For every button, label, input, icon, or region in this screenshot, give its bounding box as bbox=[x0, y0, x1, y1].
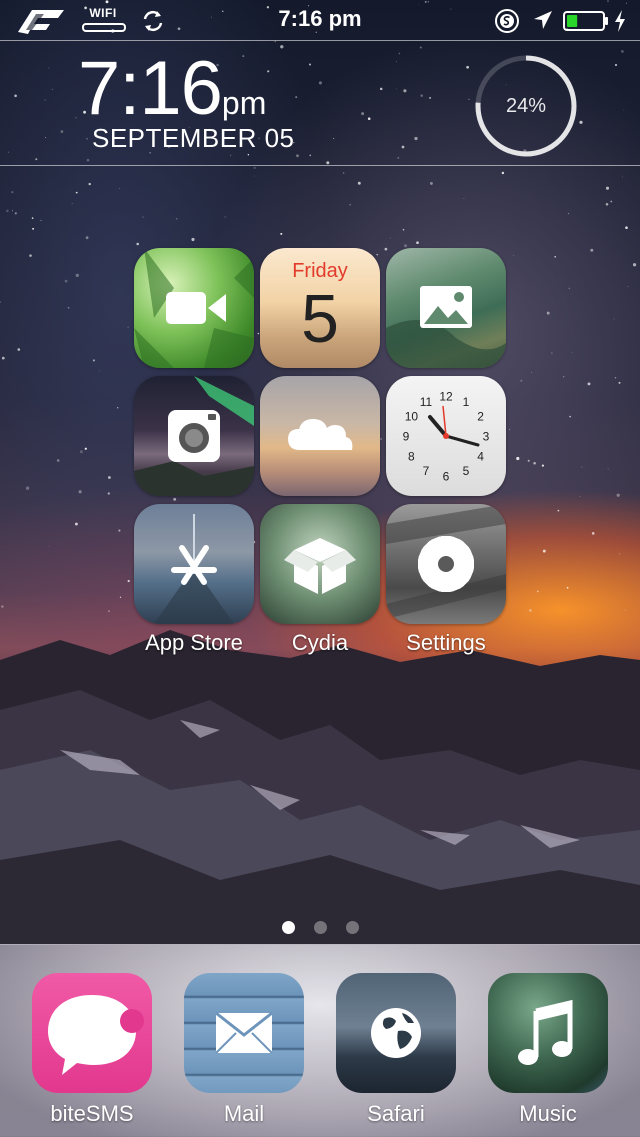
page-dot-2[interactable] bbox=[314, 921, 327, 934]
camera-app-icon[interactable] bbox=[134, 376, 254, 496]
clock-number: 9 bbox=[403, 430, 410, 444]
clock-number: 8 bbox=[408, 450, 415, 464]
video-camera-icon bbox=[134, 248, 254, 368]
calendar-app-icon[interactable]: Friday 5 bbox=[260, 248, 380, 368]
clock-number: 3 bbox=[483, 430, 490, 444]
clock-number: 12 bbox=[439, 390, 453, 404]
music-label: Music bbox=[519, 1101, 577, 1126]
clock-number: 1 bbox=[463, 395, 470, 409]
page-dot-1[interactable] bbox=[282, 921, 295, 934]
cloud-icon bbox=[288, 419, 353, 450]
envelope-icon bbox=[215, 1011, 273, 1054]
cydia-app-icon[interactable] bbox=[260, 504, 380, 624]
clock-number: 11 bbox=[420, 395, 433, 409]
bitesms-label: biteSMS bbox=[50, 1101, 134, 1126]
clock-app-icon[interactable]: 11 10 9 8 7 6 5 4 3 2 1 12 bbox=[386, 376, 506, 496]
clock-widget: 7:16pm SEPTEMBER 05 24% bbox=[0, 40, 640, 166]
clock-number: 5 bbox=[463, 464, 470, 478]
gear-shape bbox=[418, 536, 474, 592]
safari-label: Safari bbox=[367, 1101, 425, 1126]
dock: biteSMS Mail Safari Music bbox=[0, 944, 640, 1137]
settings-label: Settings bbox=[406, 630, 486, 655]
camera-icon bbox=[134, 376, 254, 496]
safari-app-icon[interactable] bbox=[336, 973, 456, 1093]
clock-number: 4 bbox=[477, 450, 484, 464]
status-bar: WIFI 7:16 pm bbox=[0, 0, 640, 42]
cydia-box-icon bbox=[284, 538, 356, 594]
widget-ampm: pm bbox=[221, 85, 267, 121]
clock-number: 6 bbox=[443, 470, 450, 484]
clock-number: 10 bbox=[405, 410, 419, 424]
app-store-icon bbox=[154, 514, 234, 624]
music-app-icon[interactable] bbox=[488, 973, 608, 1093]
bitesms-app-icon[interactable] bbox=[32, 973, 152, 1093]
photo-icon bbox=[386, 286, 506, 368]
clock-face-icon: 1110 9 87 6 54 3 21 12 bbox=[403, 390, 490, 484]
gear-icon bbox=[386, 504, 506, 619]
widget-time-value: 7:16 bbox=[78, 46, 223, 131]
battery-ring-label: 24% bbox=[505, 95, 547, 117]
location-arrow-icon bbox=[534, 11, 552, 29]
music-note-icon bbox=[518, 999, 573, 1065]
app-store-app-icon[interactable] bbox=[134, 504, 254, 624]
globe-icon bbox=[371, 1008, 421, 1058]
mail-app-icon[interactable] bbox=[184, 973, 304, 1093]
clock-number: 2 bbox=[477, 410, 484, 424]
calendar-date: 5 bbox=[301, 281, 339, 357]
settings-app-icon[interactable] bbox=[386, 504, 506, 624]
battery-icon bbox=[563, 11, 608, 31]
mail-label: Mail bbox=[223, 1101, 265, 1126]
clock-number: 7 bbox=[423, 464, 430, 478]
charging-bolt-icon bbox=[615, 10, 625, 32]
photos-app-icon[interactable] bbox=[386, 248, 506, 368]
page-indicator[interactable] bbox=[280, 921, 360, 935]
widget-date: SEPTEMBER 05 bbox=[92, 123, 295, 153]
page-dot-3[interactable] bbox=[346, 921, 359, 934]
facetime-app-icon[interactable] bbox=[134, 248, 254, 368]
speech-bubble-icon bbox=[48, 995, 144, 1075]
weather-app-icon[interactable] bbox=[260, 376, 380, 496]
shazam-icon bbox=[495, 9, 519, 33]
